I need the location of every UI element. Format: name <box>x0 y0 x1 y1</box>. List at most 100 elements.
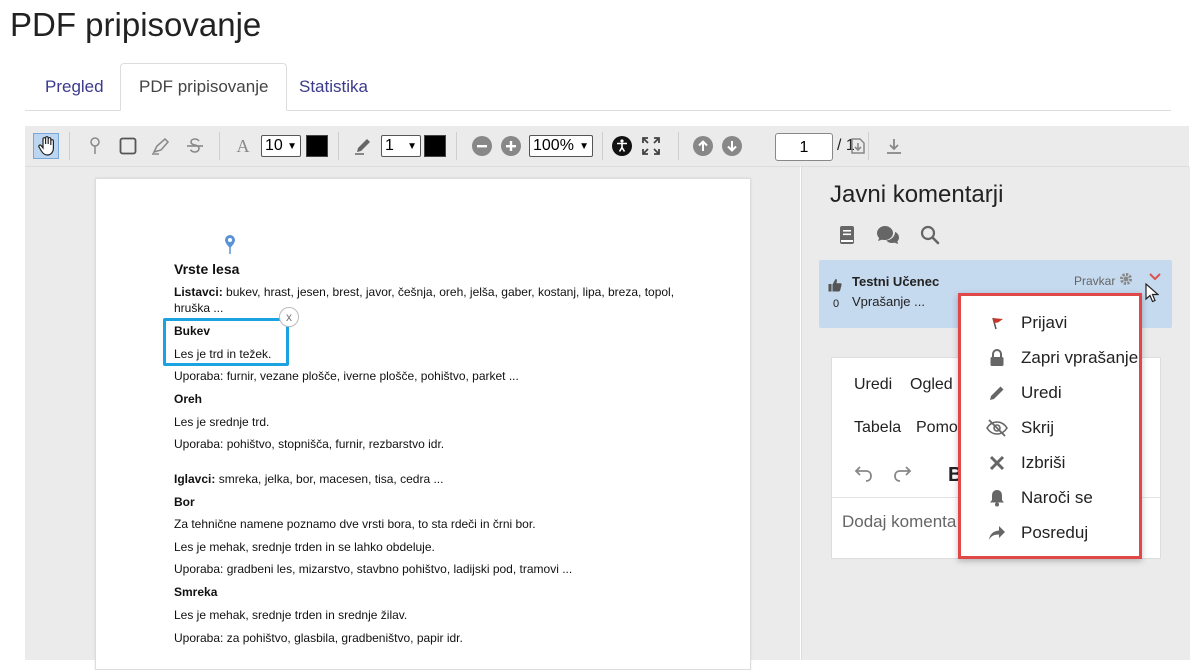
comment-input[interactable]: Dodaj komenta <box>842 512 956 532</box>
tab-pdf-pripisovanje[interactable]: PDF pripisovanje <box>120 63 288 111</box>
hand-icon <box>38 136 54 156</box>
download-button[interactable] <box>881 126 907 166</box>
redo-icon[interactable] <box>892 464 912 482</box>
gear-icon[interactable] <box>1119 272 1133 286</box>
pdf-line: hruška ... <box>174 301 224 315</box>
plus-circle-icon <box>501 136 521 156</box>
toolbar-separator <box>69 132 70 160</box>
bell-icon <box>990 489 1004 506</box>
comments-icon[interactable] <box>876 225 900 245</box>
menu-item-label: Prijavi <box>1021 312 1068 332</box>
pdf-line: Les je mehak, srednje trden in se lahko … <box>174 540 435 554</box>
editor-menu-ogled[interactable]: Ogled <box>910 376 953 394</box>
text-tool-button[interactable]: A <box>231 126 255 166</box>
rectangle-tool-button[interactable] <box>115 126 141 166</box>
menu-item-label: Uredi <box>1021 382 1062 402</box>
pdf-line: Smreka <box>174 585 218 599</box>
eye-slash-icon <box>986 418 1008 437</box>
arrow-down-circle-icon <box>722 136 742 156</box>
line-color-swatch[interactable] <box>424 135 446 157</box>
annotation-selection-box[interactable] <box>163 318 289 366</box>
mouse-cursor-icon <box>1145 283 1159 303</box>
zoom-in-button[interactable] <box>498 126 524 166</box>
toolbar-separator <box>338 132 339 160</box>
fullscreen-button[interactable] <box>638 126 664 166</box>
zoom-select[interactable]: 100% ▼ <box>529 135 593 157</box>
pdf-line: Les je mehak, srednje trden in srednje ž… <box>174 608 408 622</box>
menu-item-naroci-se[interactable]: Naroči se <box>961 480 1139 515</box>
book-icon[interactable] <box>838 225 856 245</box>
pdf-page[interactable]: Vrste lesa Listavci: bukev, hrast, jesen… <box>95 178 751 670</box>
accessibility-button[interactable] <box>609 126 635 166</box>
font-size-select[interactable]: 10 ▼ <box>261 135 301 157</box>
chevron-down-icon: ▼ <box>407 140 417 152</box>
pdf-line: Uporaba: pohištvo, stopnišča, furnir, re… <box>174 437 445 451</box>
menu-item-label: Izbriši <box>1021 452 1066 472</box>
pdf-line: Oreh <box>174 392 203 406</box>
chevron-down-icon: ▼ <box>287 140 297 152</box>
menu-item-label: Zapri vprašanje <box>1021 347 1139 367</box>
editor-menu-uredi[interactable]: Uredi <box>854 376 892 394</box>
highlight-tool-button[interactable] <box>148 126 174 166</box>
page-number-input[interactable]: 1 <box>775 133 833 161</box>
annotation-close-button[interactable]: x <box>279 307 299 327</box>
search-icon[interactable] <box>920 225 940 245</box>
menu-item-posreduj[interactable]: Posreduj <box>961 515 1139 550</box>
menu-item-skrij[interactable]: Skrij <box>961 410 1139 445</box>
toolbar-separator <box>602 132 603 160</box>
pdf-line: Uporaba: za pohištvo, glasbila, gradbeni… <box>174 631 463 645</box>
line-width-select[interactable]: 1 ▼ <box>381 135 421 157</box>
highlighter-icon <box>152 137 170 155</box>
map-pin-icon <box>90 137 100 154</box>
arrow-up-circle-icon <box>693 136 713 156</box>
pdf-line: Uporaba: gradbeni les, mizarstvo, stavbn… <box>174 562 573 576</box>
previous-page-button[interactable] <box>690 126 716 166</box>
chevron-down-icon: ▼ <box>579 140 589 152</box>
comment-time: Pravkar <box>1074 274 1116 288</box>
thumbs-up-icon[interactable] <box>828 278 842 292</box>
zoom-out-button[interactable] <box>469 126 495 166</box>
import-button[interactable] <box>845 126 871 166</box>
pdf-line: Za tehnične namene poznamo dve vrsti bor… <box>174 517 536 531</box>
pdf-viewer[interactable]: Vrste lesa Listavci: bukev, hrast, jesen… <box>25 167 800 670</box>
file-import-icon <box>851 138 865 154</box>
pdf-line: Les je srednje trd. <box>174 415 270 429</box>
undo-icon[interactable] <box>854 464 874 482</box>
tab-statistika[interactable]: Statistika <box>281 64 386 109</box>
menu-item-prijavi[interactable]: Prijavi <box>961 305 1139 340</box>
square-icon <box>119 137 137 155</box>
pin-tool-button[interactable] <box>83 126 107 166</box>
font-color-swatch[interactable] <box>306 135 328 157</box>
flag-icon <box>992 317 1003 329</box>
hand-tool-button[interactable] <box>33 133 59 159</box>
expand-icon <box>642 137 660 155</box>
menu-item-izbrisi[interactable]: Izbriši <box>961 445 1139 480</box>
menu-item-zapri-vprasanje[interactable]: Zapri vprašanje <box>961 340 1139 375</box>
menu-item-uredi[interactable]: Uredi <box>961 375 1139 410</box>
strikethrough-tool-button[interactable] <box>182 126 208 166</box>
tab-pregled[interactable]: Pregled <box>27 64 122 109</box>
menu-item-label: Naroči se <box>1021 487 1093 507</box>
share-icon <box>989 525 1005 540</box>
editor-menu-tabela[interactable]: Tabela <box>854 419 901 437</box>
pdf-line-bold: Iglavci: <box>174 472 216 486</box>
panel-title: Javni komentarji <box>830 181 1004 208</box>
lock-icon <box>990 348 1004 366</box>
comment-author: Testni Učenec <box>852 274 940 289</box>
pen-tool-button[interactable] <box>351 126 375 166</box>
pdf-line: Listavci: bukev, hrast, jesen, brest, ja… <box>174 285 674 299</box>
menu-item-label: Skrij <box>1021 417 1055 437</box>
comment-actions-menu: Prijavi Zapri vprašanje Uredi Skrij Izbr… <box>958 293 1142 559</box>
comment-text: Vprašanje ... <box>852 294 925 309</box>
map-pin-icon[interactable] <box>224 235 236 255</box>
next-page-button[interactable] <box>719 126 745 166</box>
pen-icon <box>355 139 370 155</box>
pdf-line: Uporaba: furnir, vezane plošče, iverne p… <box>174 369 519 383</box>
page-title: PDF pripisovanje <box>10 6 262 43</box>
text-icon: A <box>236 135 250 156</box>
strikethrough-icon <box>187 138 203 153</box>
panel-icon-bar <box>838 225 940 245</box>
pdf-heading: Vrste lesa <box>174 261 240 277</box>
pdf-line: Iglavci: smreka, jelka, bor, macesen, ti… <box>174 472 443 486</box>
chevron-down-icon[interactable] <box>1149 272 1161 282</box>
